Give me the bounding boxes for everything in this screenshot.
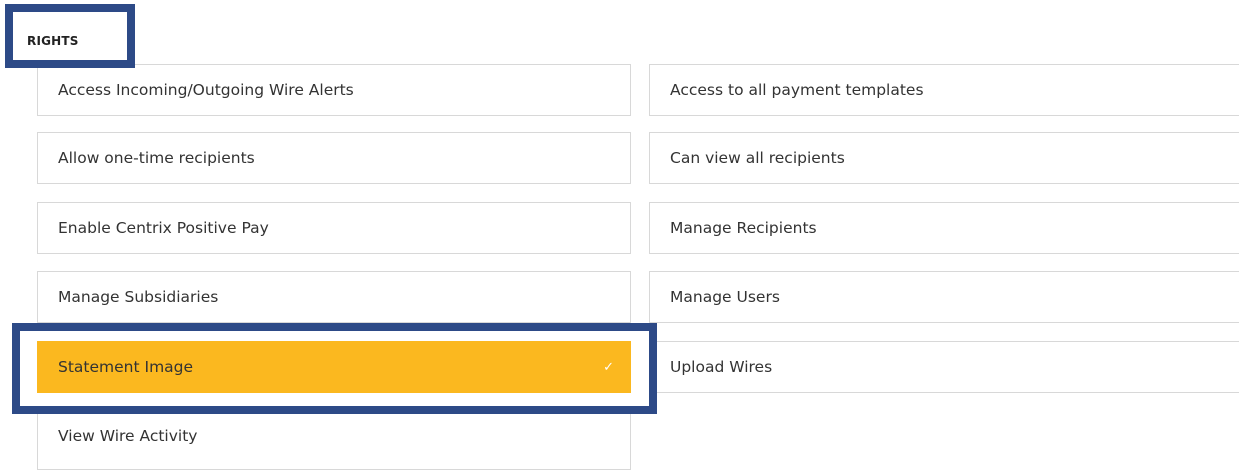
right-upload-wires[interactable]: Upload Wires (649, 341, 1239, 393)
right-label: Can view all recipients (670, 149, 845, 167)
right-label: View Wire Activity (58, 427, 198, 445)
right-allow-one-time-recipients[interactable]: Allow one-time recipients (37, 132, 631, 184)
right-view-wire-activity[interactable]: View Wire Activity (37, 410, 631, 470)
right-manage-users[interactable]: Manage Users (649, 271, 1239, 323)
right-statement-image[interactable]: Statement Image ✓ (37, 341, 631, 393)
right-label: Manage Users (670, 288, 780, 306)
right-label: Upload Wires (670, 358, 773, 376)
right-manage-subsidiaries[interactable]: Manage Subsidiaries (37, 271, 631, 323)
right-enable-positive-pay[interactable]: Enable Centrix Positive Pay (37, 202, 631, 254)
right-label: Access to all payment templates (670, 81, 924, 99)
right-access-payment-templates[interactable]: Access to all payment templates (649, 64, 1239, 116)
right-view-all-recipients[interactable]: Can view all recipients (649, 132, 1239, 184)
right-access-wire-alerts[interactable]: Access Incoming/Outgoing Wire Alerts (37, 64, 631, 116)
rights-grid: Access Incoming/Outgoing Wire Alerts Acc… (0, 0, 1239, 470)
check-icon: ✓ (603, 359, 614, 375)
right-label: Statement Image (58, 358, 194, 376)
right-label: Allow one-time recipients (58, 149, 255, 167)
right-label: Access Incoming/Outgoing Wire Alerts (58, 81, 354, 99)
right-label: Manage Subsidiaries (58, 288, 219, 306)
right-label: Manage Recipients (670, 219, 817, 237)
right-label: Enable Centrix Positive Pay (58, 219, 269, 237)
right-manage-recipients[interactable]: Manage Recipients (649, 202, 1239, 254)
